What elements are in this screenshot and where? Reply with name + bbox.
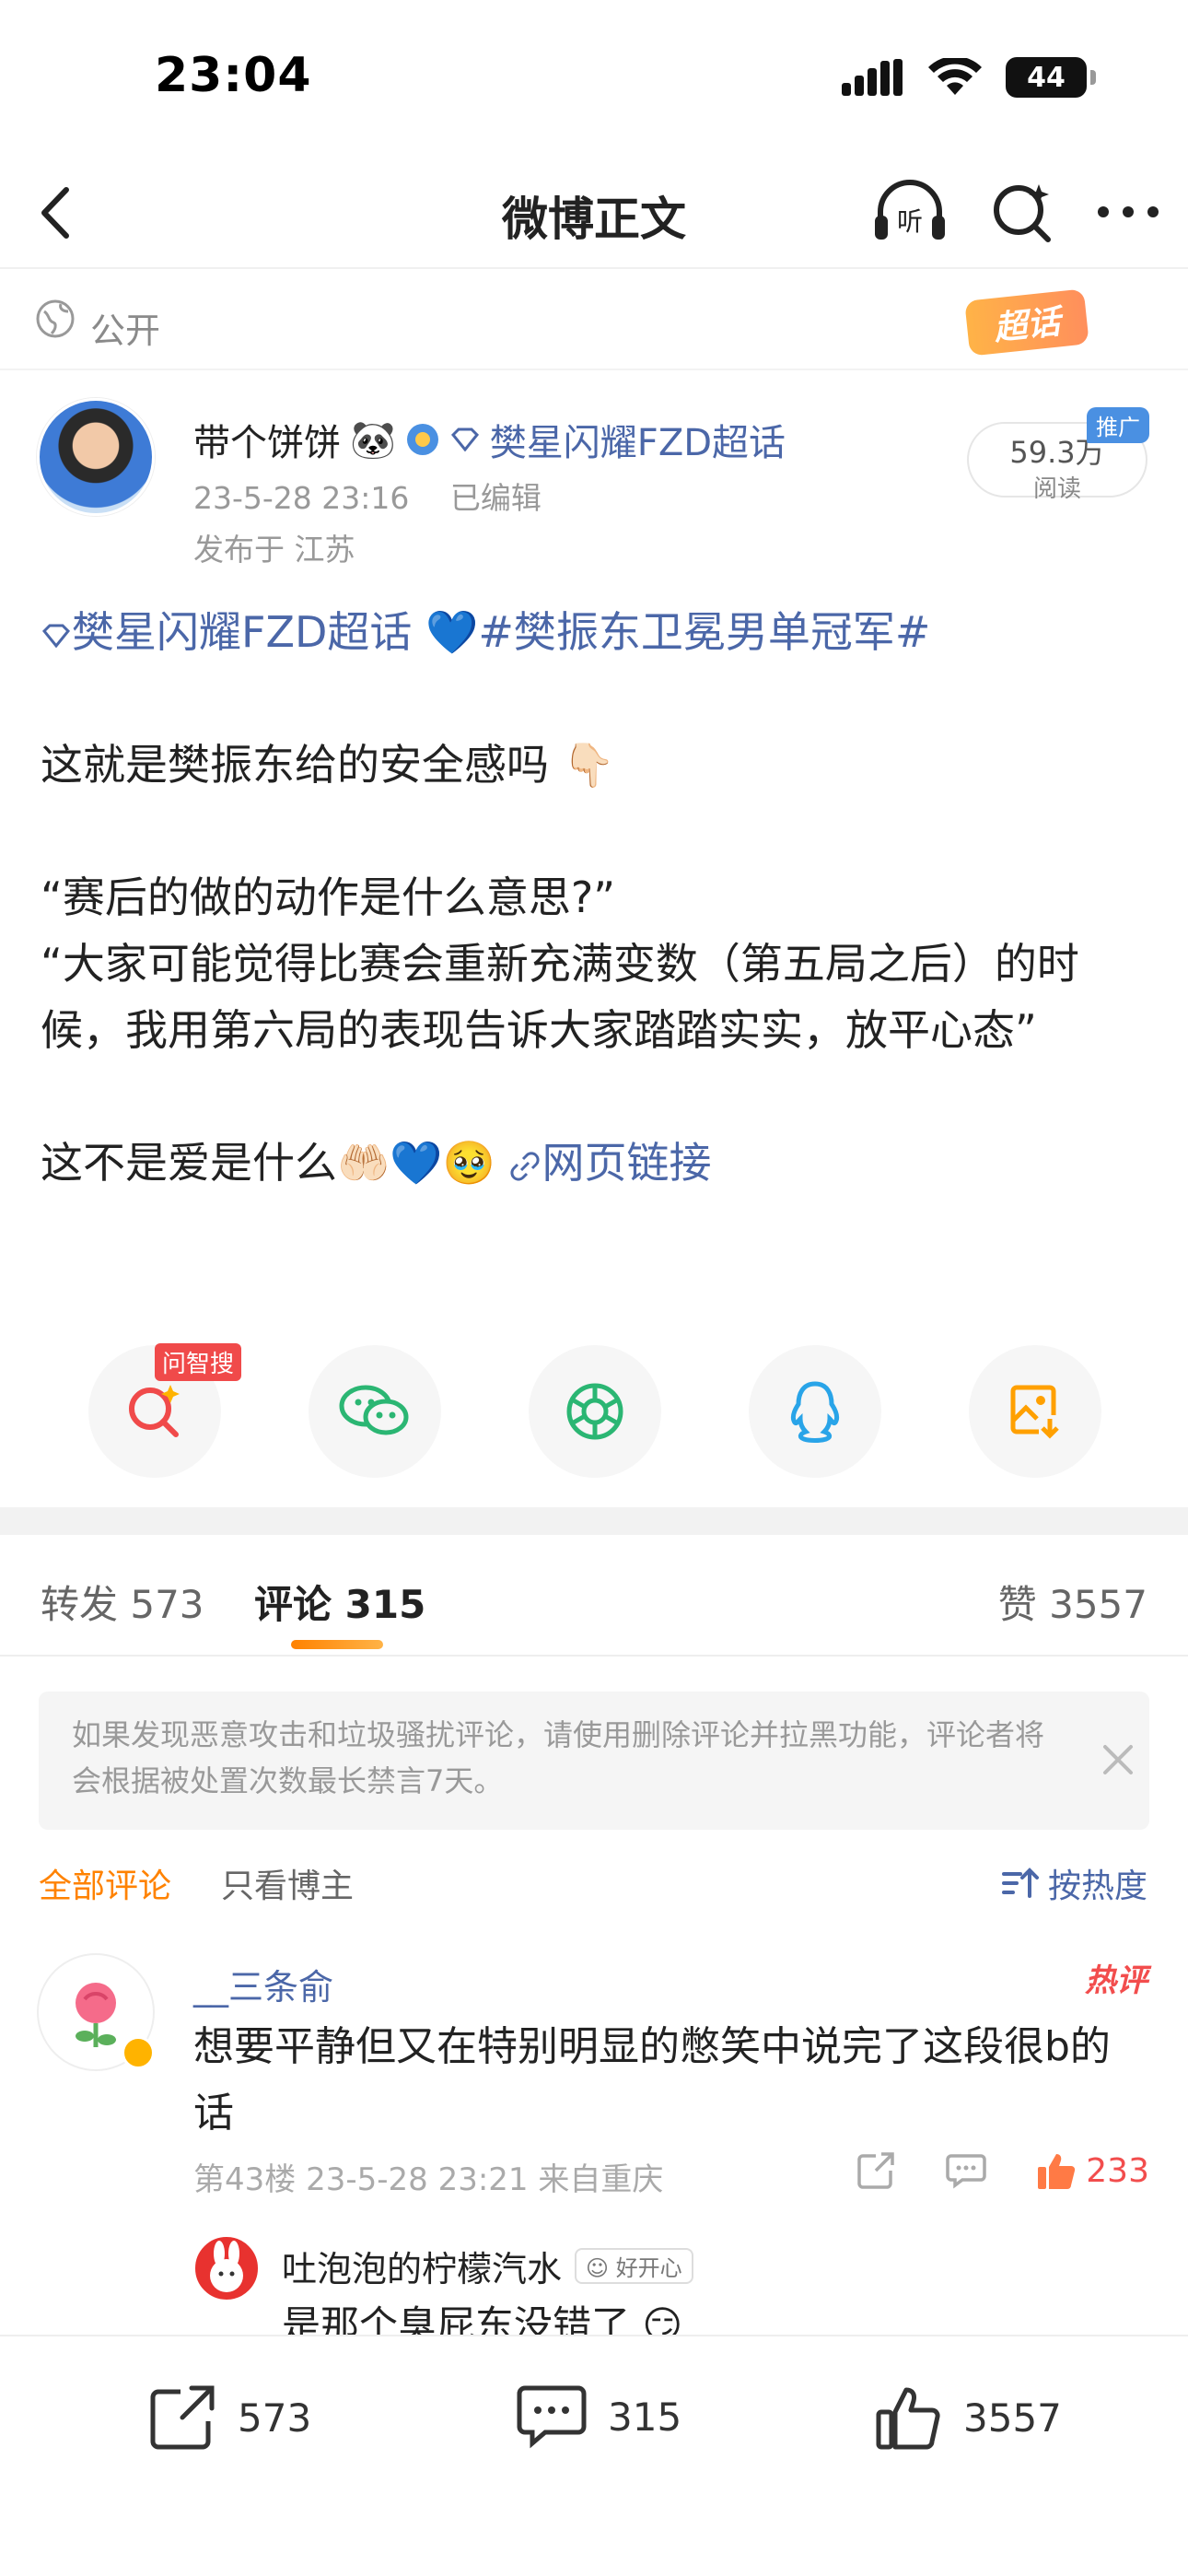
comment-button[interactable]: 315: [516, 2384, 681, 2449]
hands-emoji: 🤲🏻: [337, 1138, 390, 1188]
listen-icon[interactable]: 听: [871, 179, 949, 245]
mood-badge-label: 好开心: [615, 2255, 682, 2281]
thumbs-up-icon: [876, 2387, 940, 2450]
reply-author-name[interactable]: 吐泡泡的柠檬汽水: [282, 2241, 562, 2291]
share-row: 问智搜: [88, 1343, 1101, 1478]
panda-emoji-icon: 🐼: [350, 418, 396, 462]
thumbs-up-icon: [1038, 2154, 1076, 2189]
comment-like-button[interactable]: 233: [1036, 2150, 1149, 2191]
blue-heart-emoji: 💙: [425, 607, 479, 657]
like-count: 3557: [963, 2395, 1062, 2441]
author-name-row: 带个饼饼 🐼 樊星闪耀FZD超话: [193, 413, 786, 466]
post-location: 发布于 江苏: [193, 532, 355, 568]
like-button[interactable]: 3557: [875, 2384, 1062, 2451]
status-time: 23:04: [155, 48, 312, 103]
diamond-icon: [41, 624, 71, 648]
ai-search-icon[interactable]: [989, 179, 1055, 245]
nav-bar: 微博正文 听: [0, 155, 1188, 269]
rabbit-icon: [210, 2241, 243, 2292]
post-line-1: 这就是樊振东给的安全感吗: [41, 740, 549, 790]
sort-icon: [1001, 1868, 1039, 1898]
globe-icon: [36, 299, 75, 338]
diamond-icon: [450, 427, 479, 451]
post-line-2: “赛后的做的动作是什么意思?”: [41, 872, 616, 922]
blue-heart-emoji: 💙: [390, 1138, 443, 1188]
battery-icon: 44: [1006, 57, 1096, 98]
save-image-share-button[interactable]: [969, 1345, 1101, 1478]
read-label: 阅读: [1032, 475, 1081, 503]
reply-name-row: 吐泡泡的柠檬汽水 ☺ 好开心: [282, 2241, 693, 2291]
read-count-badge[interactable]: 59.3万 阅读 推广: [967, 407, 1149, 503]
smile-icon: ☺: [586, 2255, 610, 2281]
save-image-icon: [1010, 1385, 1059, 1439]
tab-reposts[interactable]: 转发 573: [41, 1574, 204, 1630]
author-avatar[interactable]: [37, 398, 155, 516]
verified-badge-icon: [406, 424, 438, 455]
author-name[interactable]: 带个饼饼: [193, 413, 341, 466]
promo-tag: 推广: [1087, 407, 1149, 443]
sort-label: 按热度: [1047, 1868, 1147, 1905]
filter-owner-only[interactable]: 只看博主: [221, 1859, 354, 1907]
post-body: 樊星闪耀FZD超话 💙#樊振东卫冕男单冠军# 这就是樊振东给的安全感吗 👇🏻 “…: [41, 599, 1155, 1196]
share-icon[interactable]: [856, 2150, 896, 2191]
ai-search-share-button[interactable]: 问智搜: [88, 1343, 241, 1478]
comment-meta: 第43楼 23-5-28 23:21 来自重庆: [193, 2161, 664, 2198]
moments-share-button[interactable]: [529, 1345, 661, 1478]
post-time: 23-5-28 23:16: [193, 480, 410, 516]
interaction-tabs: 转发 573 评论 315 赞 3557: [0, 1537, 1188, 1657]
web-link[interactable]: 网页链接: [542, 1138, 711, 1188]
visibility-label: 公开: [90, 310, 161, 351]
author-topic-link[interactable]: 樊星闪耀FZD超话: [490, 413, 786, 466]
comment-like-count: 233: [1086, 2151, 1149, 2190]
comment-icon: [517, 2385, 587, 2449]
comment-text: 想要平静但又在特别明显的憋笑中说完了这段很b的话: [193, 2023, 1111, 2137]
wechat-share-button[interactable]: [309, 1345, 441, 1478]
section-divider: [0, 1507, 1188, 1535]
ai-search-tag: 问智搜: [154, 1343, 241, 1381]
signal-icon: [842, 59, 903, 96]
wechat-icon: [339, 1385, 409, 1435]
moments-icon: [566, 1383, 623, 1440]
hot-comment-tag: 热评: [1085, 1962, 1147, 1999]
post-topic-link[interactable]: 樊星闪耀FZD超话: [72, 607, 412, 657]
tab-likes[interactable]: 赞 3557: [998, 1574, 1147, 1630]
reply-icon[interactable]: [946, 2152, 987, 2189]
tab-comments[interactable]: 评论 315: [254, 1574, 425, 1630]
comment-notice: 如果发现恶意攻击和垃圾骚扰评论，请使用删除评论并拉黑功能，评论者将会根据被处置次…: [39, 1692, 1149, 1830]
comment-count: 315: [608, 2394, 682, 2440]
nav-actions: 听: [871, 179, 1160, 245]
reply-avatar[interactable]: [193, 2235, 260, 2301]
reply-text: 是那个臭屁东没错了 😏: [282, 2294, 682, 2340]
supertopic-badge[interactable]: 超话: [964, 288, 1089, 357]
sort-by-hot[interactable]: 按热度: [1001, 1859, 1147, 1907]
commenter-name[interactable]: __三条俞: [193, 1959, 333, 2009]
ai-search-icon: [129, 1385, 180, 1437]
more-icon[interactable]: [1096, 203, 1160, 221]
svg-text:听: 听: [897, 206, 923, 237]
link-icon: [510, 1151, 541, 1181]
repost-icon: [150, 2385, 215, 2450]
close-icon[interactable]: [1100, 1741, 1136, 1778]
edited-label[interactable]: 已编辑: [450, 480, 542, 516]
bottom-action-bar: 573 315 3557: [0, 2335, 1188, 2576]
visibility-row: 公开 超话: [0, 271, 1188, 370]
filter-all-comments[interactable]: 全部评论: [39, 1859, 171, 1907]
pleading-face-emoji: 🥹: [442, 1138, 495, 1188]
post-line-4: 这不是爱是什么: [41, 1138, 337, 1188]
active-tab-indicator: [291, 1640, 383, 1649]
mood-badge: ☺ 好开心: [575, 2248, 693, 2284]
repost-count: 573: [238, 2395, 312, 2441]
repost-button[interactable]: 573: [147, 2384, 311, 2451]
status-icons: 44: [842, 57, 1096, 98]
post-line-3: “大家可能觉得比赛会重新充满变数（第五局之后）的时候，我用第六局的表现告诉大家踏…: [41, 939, 1079, 1055]
post-hashtag-link[interactable]: #樊振东卫冕男单冠军#: [478, 607, 930, 657]
vip-badge-icon: [122, 2036, 155, 2069]
comment-actions: 233: [856, 2150, 1149, 2191]
pointing-emoji: 👇🏻: [562, 740, 615, 790]
qq-share-button[interactable]: [749, 1345, 881, 1478]
qq-icon: [790, 1381, 840, 1443]
author-meta: 23-5-28 23:16 已编辑: [193, 474, 542, 518]
wifi-icon: [928, 58, 982, 95]
